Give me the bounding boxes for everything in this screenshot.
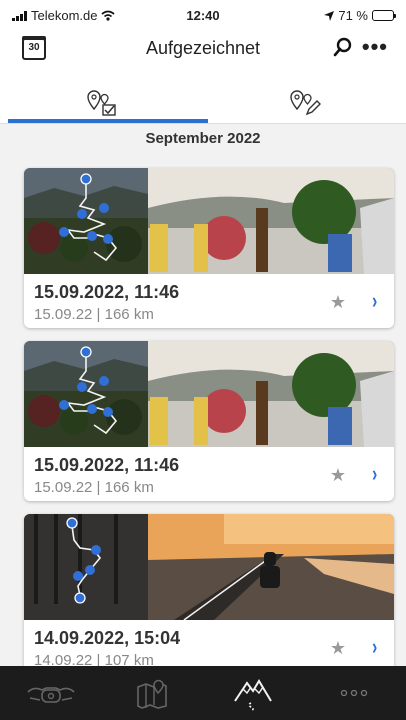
trip-subtitle: 15.09.22 | 166 km — [34, 306, 154, 323]
nav-item-more[interactable] — [303, 666, 404, 720]
chevron-right-icon[interactable]: › — [372, 634, 377, 660]
battery-percent: 71 % — [338, 8, 368, 23]
trip-card[interactable]: 15.09.2022, 11:46 15.09.22 | 166 km ★ › — [24, 168, 394, 328]
trip-card[interactable]: 14.09.2022, 15:04 14.09.22 | 107 km ★ › — [24, 514, 394, 674]
tab-recorded[interactable] — [0, 82, 203, 124]
favorite-star-icon[interactable]: ★ — [330, 292, 346, 313]
battery-icon — [372, 10, 396, 21]
trip-card[interactable]: 15.09.2022, 11:46 15.09.22 | 166 km ★ › — [24, 341, 394, 501]
favorite-star-icon[interactable]: ★ — [330, 638, 346, 659]
bottom-navigation — [0, 666, 406, 720]
active-tab-indicator — [8, 119, 208, 123]
mountain-route-icon — [233, 679, 272, 711]
more-dots-icon — [340, 689, 367, 697]
map-pin-icon — [136, 679, 167, 709]
recorded-routes-icon — [86, 90, 116, 116]
trip-title: 14.09.2022, 15:04 — [34, 628, 181, 648]
trip-thumbnail — [24, 514, 394, 620]
trip-photo-with-route-map — [24, 341, 394, 447]
month-section-header: September 2022 — [145, 130, 261, 147]
more-options-button[interactable]: ••• — [362, 34, 388, 60]
chevron-right-icon[interactable]: › — [372, 288, 377, 314]
route-tabs — [0, 82, 406, 124]
motorcycle-icon — [26, 687, 75, 703]
trip-thumbnail — [24, 341, 394, 447]
search-icon[interactable] — [332, 36, 354, 58]
chevron-right-icon[interactable]: › — [372, 461, 377, 487]
location-arrow-icon — [324, 10, 335, 21]
navigation-bar: 30 Aufgezeichnet ••• — [0, 30, 406, 82]
trip-photo-with-route-map — [24, 168, 394, 274]
nav-item-routes[interactable] — [202, 666, 303, 720]
trip-title: 15.09.2022, 11:46 — [34, 455, 180, 475]
tab-planned[interactable] — [203, 82, 406, 124]
trip-thumbnail — [24, 168, 394, 274]
favorite-star-icon[interactable]: ★ — [330, 465, 346, 486]
trip-title: 15.09.2022, 11:46 — [34, 282, 180, 302]
status-bar: Telekom.de 12:40 71 % — [0, 0, 406, 30]
planned-routes-icon — [289, 90, 321, 116]
battery-group: 71 % — [324, 8, 396, 23]
nav-item-motorcycle[interactable] — [0, 666, 101, 720]
trip-photo-with-route-map — [24, 514, 394, 620]
nav-item-map[interactable] — [101, 666, 202, 720]
trip-subtitle: 15.09.22 | 166 km — [34, 479, 154, 496]
